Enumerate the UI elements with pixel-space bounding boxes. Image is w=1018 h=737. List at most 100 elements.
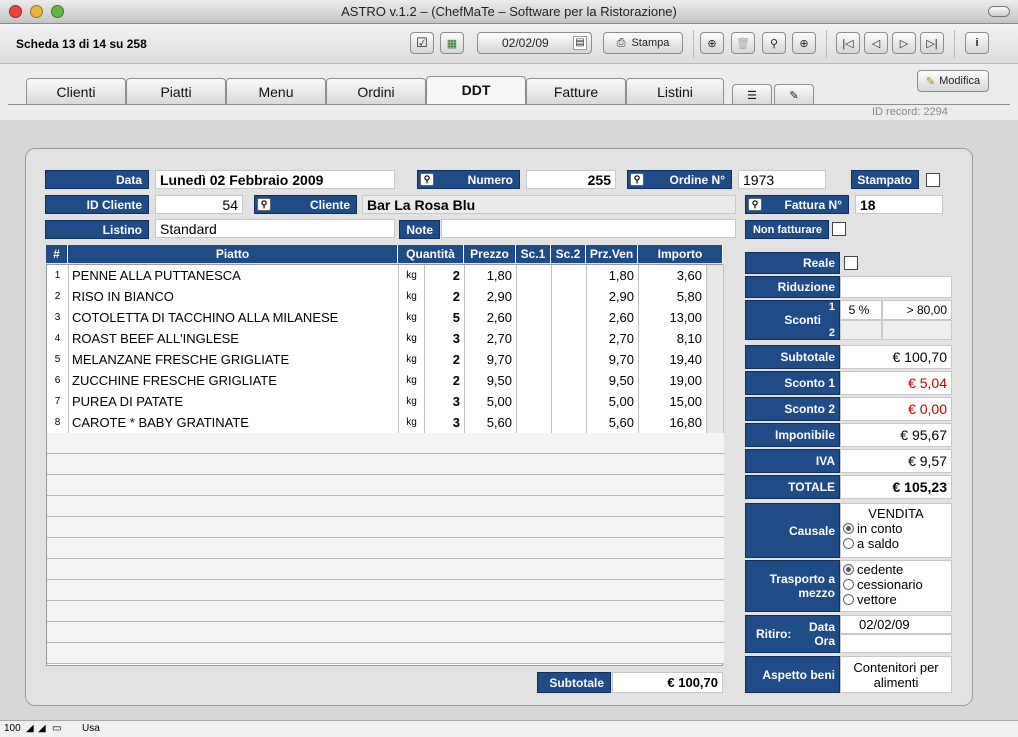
table-row[interactable]: 1 PENNE ALLA PUTTANESCA kg 2 1,80 1,80 3,60 — [47, 265, 724, 286]
zoom-in-icon[interactable]: ◢ — [38, 723, 46, 734]
table-row[interactable] — [47, 517, 724, 538]
toolbar-toggle-button[interactable] — [988, 6, 1010, 17]
ritiro-ora-field[interactable] — [840, 634, 952, 653]
cliente-field[interactable]: Bar La Rosa Blu — [362, 195, 736, 214]
table-row[interactable]: 2 RISO IN BIANCO kg 2 2,90 2,90 5,80 — [47, 286, 724, 307]
trasporto-option-cessionario[interactable]: cessionario — [841, 577, 951, 592]
table-row[interactable]: 8 CAROTE * BABY GRATINATE kg 3 5,60 5,60 16,80 — [47, 412, 724, 433]
cell-importo[interactable]: 19,00 — [639, 370, 707, 391]
cell-sc2[interactable] — [552, 349, 587, 370]
cell-sc1[interactable] — [517, 391, 552, 412]
trasporto-option-cedente[interactable]: cedente — [841, 562, 951, 577]
cell-przven[interactable]: 5,00 — [587, 391, 639, 412]
cell-sc1[interactable] — [517, 328, 552, 349]
cell-um[interactable]: kg — [399, 307, 425, 328]
ordine-field[interactable]: 1973 — [738, 170, 826, 189]
data-field[interactable]: Lunedì 02 Febbraio 2009 — [155, 170, 395, 189]
table-row[interactable]: 7 PUREA DI PATATE kg 3 5,00 5,00 15,00 — [47, 391, 724, 412]
cell-sc1[interactable] — [517, 349, 552, 370]
table-row[interactable] — [47, 433, 724, 454]
trasporto-option-vettore[interactable]: vettore — [841, 592, 951, 607]
id-cliente-field[interactable]: 54 — [155, 195, 243, 214]
cell-piatto[interactable]: CAROTE * BABY GRATINATE — [69, 412, 399, 433]
cell-um[interactable]: kg — [399, 349, 425, 370]
cell-qta[interactable]: 3 — [425, 412, 465, 433]
delete-record-button[interactable]: 🗑 — [731, 32, 755, 54]
cell-sc1[interactable] — [517, 286, 552, 307]
tab-ddt[interactable]: DDT — [426, 76, 526, 104]
cell-prezzo[interactable]: 9,50 — [465, 370, 517, 391]
ritiro-data-field[interactable]: 02/02/09 — [840, 615, 952, 634]
tab-listini[interactable]: Listini — [626, 78, 724, 104]
cell-um[interactable]: kg — [399, 391, 425, 412]
cell-piatto[interactable]: COTOLETTA DI TACCHINO ALLA MILANESE — [69, 307, 399, 328]
cell-um[interactable]: kg — [399, 328, 425, 349]
cell-importo[interactable]: 8,10 — [639, 328, 707, 349]
table-row[interactable] — [47, 475, 724, 496]
cell-prezzo[interactable]: 5,60 — [465, 412, 517, 433]
table-row[interactable]: 5 MELANZANE FRESCHE GRIGLIATE kg 2 9,70 9,70 1… — [47, 349, 724, 370]
cell-sc1[interactable] — [517, 412, 552, 433]
cell-qta[interactable]: 2 — [425, 370, 465, 391]
cell-qta[interactable]: 3 — [425, 391, 465, 412]
checkmark-button[interactable]: ☑ — [410, 32, 434, 54]
table-row[interactable] — [47, 559, 724, 580]
cell-piatto[interactable]: RISO IN BIANCO — [69, 286, 399, 307]
table-row[interactable] — [47, 454, 724, 475]
modify-button[interactable]: ✎ Modifica — [917, 70, 989, 92]
tab-fatture[interactable]: Fatture — [526, 78, 626, 104]
cell-sc2[interactable] — [552, 265, 587, 286]
new-record-button[interactable]: ⊕ — [700, 32, 724, 54]
search-cliente-icon[interactable]: ⚲ — [257, 198, 271, 211]
cell-piatto[interactable]: MELANZANE FRESCHE GRIGLIATE — [69, 349, 399, 370]
tab-clienti[interactable]: Clienti — [26, 78, 126, 104]
cell-prezzo[interactable]: 9,70 — [465, 349, 517, 370]
previous-record-button[interactable]: ◁ — [864, 32, 888, 54]
cell-importo[interactable]: 5,80 — [639, 286, 707, 307]
tab-piatti[interactable]: Piatti — [126, 78, 226, 104]
causale-option-in-conto[interactable]: in conto — [841, 521, 951, 536]
cell-przven[interactable]: 2,70 — [587, 328, 639, 349]
search-fattura-icon[interactable]: ⚲ — [748, 198, 762, 211]
cell-prezzo[interactable]: 2,60 — [465, 307, 517, 328]
sconto2-soglia[interactable] — [882, 320, 952, 340]
table-row[interactable] — [47, 580, 724, 601]
cell-sc1[interactable] — [517, 307, 552, 328]
note-field[interactable] — [441, 219, 736, 238]
cell-sc2[interactable] — [552, 328, 587, 349]
calendar-icon[interactable]: ▤ — [573, 36, 587, 50]
find-plus-button[interactable]: ⊕ — [792, 32, 816, 54]
cell-importo[interactable]: 16,80 — [639, 412, 707, 433]
cell-importo[interactable]: 3,60 — [639, 265, 707, 286]
cell-um[interactable]: kg — [399, 286, 425, 307]
table-row[interactable]: 4 ROAST BEEF ALL'INGLESE kg 3 2,70 2,70 8,10 — [47, 328, 724, 349]
search-ordine-icon[interactable]: ⚲ — [630, 173, 644, 186]
cell-piatto[interactable]: ZUCCHINE FRESCHE GRIGLIATE — [69, 370, 399, 391]
cell-sc1[interactable] — [517, 370, 552, 391]
cell-qta[interactable]: 3 — [425, 328, 465, 349]
cell-przven[interactable]: 9,70 — [587, 349, 639, 370]
tab-list-view[interactable]: ☰ — [732, 84, 772, 104]
cell-qta[interactable]: 2 — [425, 265, 465, 286]
table-row[interactable] — [47, 643, 724, 664]
cell-przven[interactable]: 2,60 — [587, 307, 639, 328]
cell-um[interactable]: kg — [399, 265, 425, 286]
cell-przven[interactable]: 2,90 — [587, 286, 639, 307]
cell-um[interactable]: kg — [399, 412, 425, 433]
search-numero-icon[interactable]: ⚲ — [420, 173, 434, 186]
fattura-field[interactable]: 18 — [855, 195, 943, 214]
zoom-level[interactable]: 100 — [4, 723, 21, 734]
sconto2-pct[interactable] — [840, 320, 882, 340]
table-row[interactable] — [47, 622, 724, 643]
cell-prezzo[interactable]: 5,00 — [465, 391, 517, 412]
stampato-checkbox[interactable] — [926, 173, 940, 187]
cell-qta[interactable]: 2 — [425, 349, 465, 370]
last-record-button[interactable]: ▷| — [920, 32, 944, 54]
riduzione-field[interactable] — [840, 276, 952, 298]
cell-importo[interactable]: 19,40 — [639, 349, 707, 370]
date-field[interactable]: 02/02/09 ▤ — [477, 32, 592, 54]
tab-form-view[interactable]: ✎ — [774, 84, 814, 104]
layout-icon[interactable]: ▭ — [52, 723, 61, 734]
table-row[interactable]: 6 ZUCCHINE FRESCHE GRIGLIATE kg 2 9,50 9,50 19… — [47, 370, 724, 391]
cell-piatto[interactable]: PUREA DI PATATE — [69, 391, 399, 412]
